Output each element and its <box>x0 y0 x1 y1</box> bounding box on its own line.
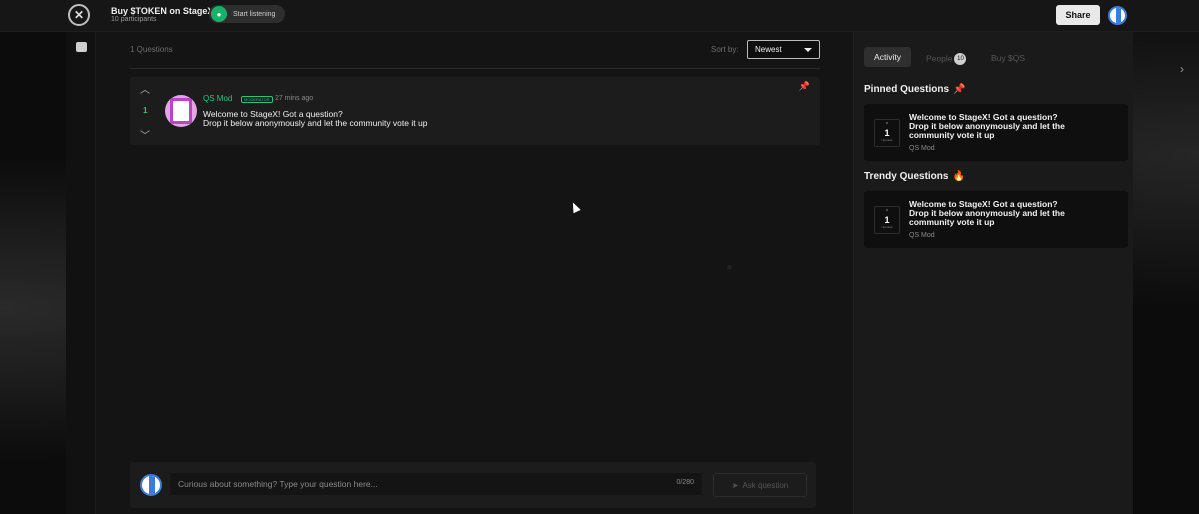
question-text-line2: Drop it below anonymously and let the co… <box>203 118 428 128</box>
trendy-question-card[interactable]: ^ 1 Upvotes Welcome to StageX! Got a que… <box>864 191 1128 248</box>
tab-buy[interactable]: Buy $QS <box>991 53 1025 63</box>
mini-vote-count: 1 <box>884 215 890 225</box>
activity-panel: Activity People 10 Buy $QS Pinned Questio… <box>853 32 1133 514</box>
mini-vote-label: Upvotes <box>881 138 893 142</box>
composer-avatar <box>140 474 162 496</box>
pinned-question-author: QS Mod <box>909 145 935 152</box>
fire-icon: 🔥 <box>952 171 965 182</box>
author-avatar <box>165 95 197 127</box>
upvote-chevron-icon[interactable]: ︿ <box>140 81 150 96</box>
caret-down-icon <box>804 48 812 52</box>
pinned-text-line3: community vote it up <box>909 130 995 140</box>
question-input[interactable]: Curious about something? Type your quest… <box>170 473 702 495</box>
left-rail <box>66 32 96 514</box>
send-icon: ➤ <box>731 480 739 490</box>
trendy-text-line3: community vote it up <box>909 217 995 227</box>
trendy-question-text: Welcome to StageX! Got a question? Drop … <box>909 200 1109 227</box>
start-listening-button[interactable]: ● Start listening <box>209 5 285 23</box>
chat-icon[interactable] <box>76 42 87 52</box>
mini-vote-box[interactable]: ^ 1 Upvotes <box>874 119 900 147</box>
tab-people[interactable]: People 10 <box>926 53 967 65</box>
trendy-question-author: QS Mod <box>909 232 935 239</box>
pinned-questions-title: Pinned Questions 📌 <box>864 84 965 95</box>
pinned-questions-label: Pinned Questions <box>864 84 950 95</box>
author-name[interactable]: QS Mod <box>203 94 232 103</box>
share-button[interactable]: Share <box>1056 5 1100 25</box>
trendy-questions-title: Trendy Questions 🔥 <box>864 171 965 182</box>
ask-question-button[interactable]: ➤ Ask question <box>713 473 807 497</box>
question-time: 27 mins ago <box>275 95 314 102</box>
stagex-logo-icon[interactable]: ✕ <box>68 4 90 26</box>
tab-people-label: People <box>926 53 953 64</box>
ask-question-label: Ask question <box>742 480 789 490</box>
question-composer: Curious about something? Type your quest… <box>130 462 816 508</box>
vote-count: 1 <box>143 106 148 115</box>
user-avatar[interactable] <box>1108 6 1127 25</box>
moderator-badge: MODERATOR <box>241 96 273 103</box>
people-count-badge: 10 <box>954 53 967 65</box>
mini-vote-box[interactable]: ^ 1 Upvotes <box>874 206 900 234</box>
participant-count: 10 participants <box>111 16 157 23</box>
trendy-questions-label: Trendy Questions <box>864 171 949 182</box>
question-card: ︿ 1 ﹀ QS Mod MODERATOR 27 mins ago Welco… <box>130 77 820 145</box>
downvote-chevron-icon[interactable]: ﹀ <box>140 127 150 142</box>
mini-vote-count: 1 <box>884 128 890 138</box>
microphone-icon: ● <box>211 6 227 22</box>
pinned-question-card[interactable]: ^ 1 Upvotes Welcome to StageX! Got a que… <box>864 104 1128 161</box>
sort-select[interactable]: Newest <box>747 40 820 59</box>
sort-value: Newest <box>755 45 782 54</box>
loading-dot <box>727 265 732 270</box>
pushpin-icon: 📌 <box>953 84 966 95</box>
room-title: Buy $TOKEN on StageX <box>111 6 214 16</box>
char-count: 0/280 <box>676 479 694 486</box>
top-bar: ✕ Buy $TOKEN on StageX 10 participants ●… <box>0 0 1199 32</box>
pinned-question-text: Welcome to StageX! Got a question? Drop … <box>909 113 1109 140</box>
start-listening-label: Start listening <box>233 10 276 18</box>
divider <box>130 68 820 69</box>
sort-label: Sort by: <box>711 45 739 54</box>
tab-activity[interactable]: Activity <box>864 47 911 67</box>
mini-vote-label: Upvotes <box>881 225 893 229</box>
chevron-right-icon[interactable]: › <box>1180 62 1184 76</box>
question-count: 1 Questions <box>130 45 173 54</box>
question-input-placeholder: Curious about something? Type your quest… <box>178 479 378 489</box>
pin-icon[interactable]: 📌 <box>799 81 810 92</box>
